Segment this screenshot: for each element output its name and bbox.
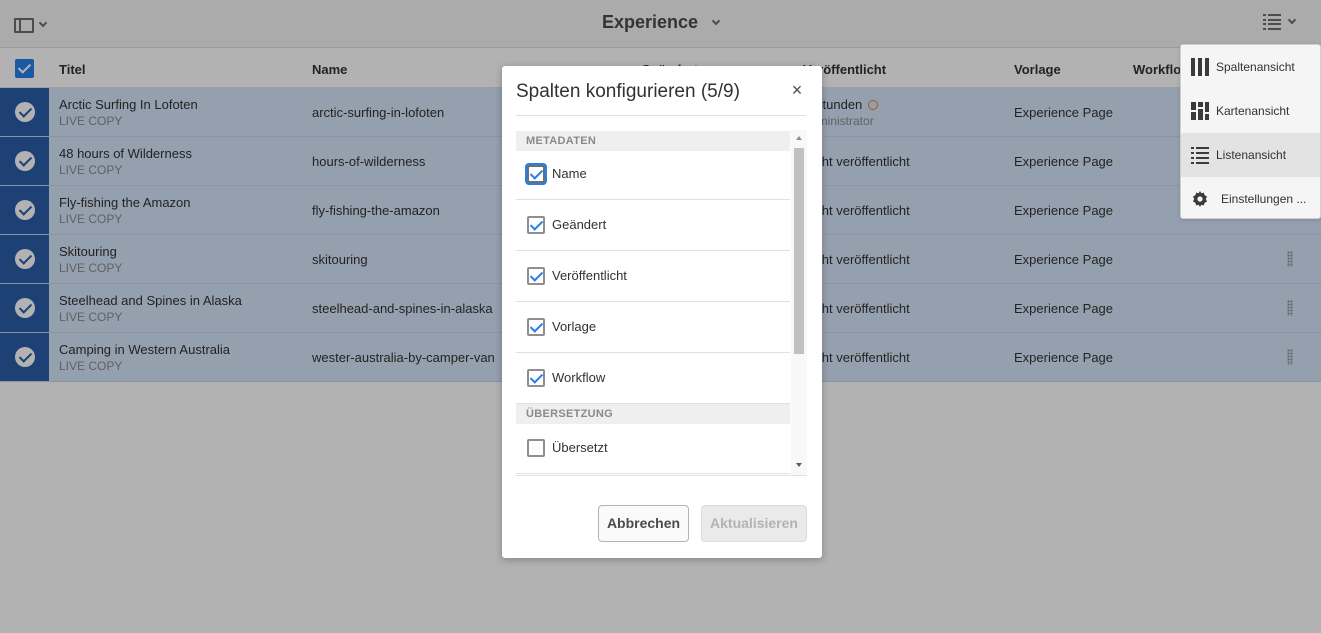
- column-option-modified[interactable]: Geändert: [516, 200, 790, 251]
- view-menu-item-settings[interactable]: Einstellungen ...: [1181, 177, 1320, 221]
- option-label: Name: [552, 166, 587, 181]
- view-menu-item-list[interactable]: Listenansicht: [1181, 133, 1320, 177]
- scrollbar-thumb[interactable]: [794, 148, 804, 354]
- checkbox-modified[interactable]: [527, 216, 545, 234]
- option-label: Veröffentlicht: [552, 268, 627, 283]
- column-option-published[interactable]: Veröffentlicht: [516, 251, 790, 302]
- column-option-translated[interactable]: Übersetzt: [516, 423, 790, 474]
- column-option-name[interactable]: Name: [516, 149, 790, 200]
- scrollbar[interactable]: [791, 130, 807, 475]
- checkbox-template[interactable]: [527, 318, 545, 336]
- option-label: Geändert: [552, 217, 607, 232]
- view-menu-label: Listenansicht: [1216, 148, 1287, 162]
- option-label: Vorlage: [552, 319, 597, 334]
- view-menu-label: Spaltenansicht: [1216, 60, 1295, 74]
- cancel-button[interactable]: Abbrechen: [598, 505, 689, 542]
- view-menu-item-columns[interactable]: Spaltenansicht: [1181, 45, 1320, 89]
- checkbox-translated[interactable]: [527, 439, 545, 457]
- configure-columns-dialog: Spalten konfigurieren (5/9) × METADATEN …: [502, 66, 822, 558]
- column-option-template[interactable]: Vorlage: [516, 302, 790, 353]
- checkbox-name[interactable]: [527, 165, 545, 183]
- gear-icon: [1191, 190, 1209, 208]
- view-menu-label: Einstellungen ...: [1221, 192, 1307, 206]
- view-menu: Spaltenansicht Kartenansicht Listenansic…: [1180, 44, 1321, 219]
- divider: [516, 115, 806, 116]
- option-label: Workflow: [552, 370, 606, 385]
- scroll-down-icon[interactable]: [796, 463, 802, 467]
- column-option-workflow[interactable]: Workflow: [516, 353, 790, 404]
- card-view-icon: [1191, 102, 1209, 120]
- view-menu-item-cards[interactable]: Kartenansicht: [1181, 89, 1320, 133]
- view-menu-label: Kartenansicht: [1216, 104, 1290, 118]
- list-view-icon: [1191, 146, 1209, 164]
- checkbox-published[interactable]: [527, 267, 545, 285]
- scroll-up-icon[interactable]: [796, 136, 802, 140]
- update-button[interactable]: Aktualisieren: [701, 505, 807, 542]
- option-label: Übersetzt: [552, 440, 608, 455]
- section-header-metadata: METADATEN: [516, 131, 790, 151]
- checkbox-workflow[interactable]: [527, 369, 545, 387]
- column-options-list: METADATEN Name Geändert Veröffentlicht V…: [516, 130, 807, 476]
- column-view-icon: [1191, 58, 1209, 76]
- section-header-translation: ÜBERSETZUNG: [516, 404, 790, 424]
- dialog-title: Spalten konfigurieren (5/9): [516, 81, 740, 102]
- close-icon[interactable]: ×: [788, 81, 806, 99]
